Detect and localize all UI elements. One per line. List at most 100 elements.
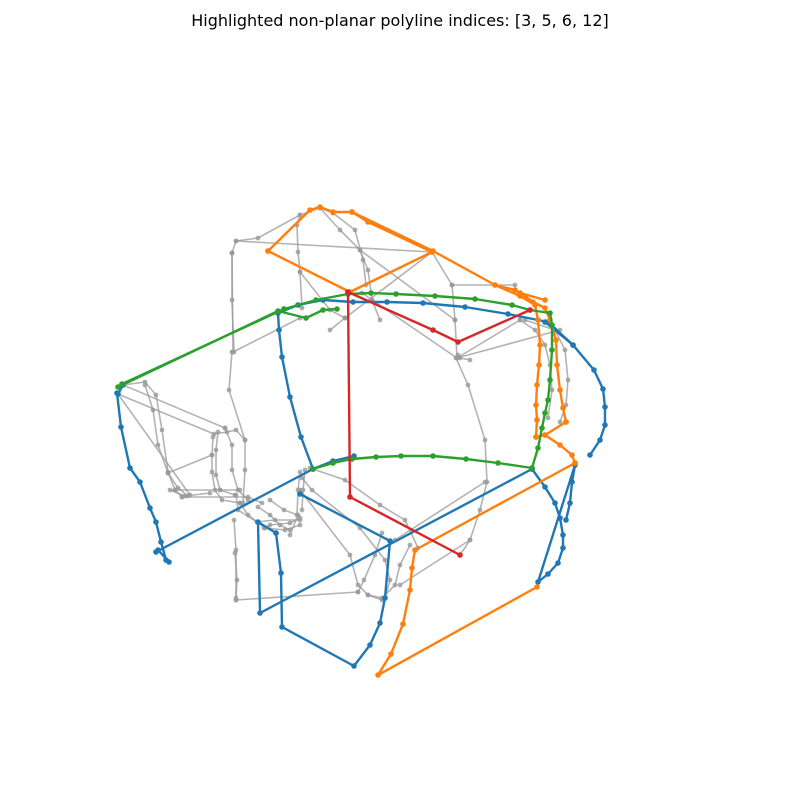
background-polyline-vertex	[342, 315, 348, 321]
green-polyline-left-vertex	[334, 306, 340, 312]
background-polyline-vertex	[355, 589, 361, 595]
background-polyline-vertex	[299, 507, 305, 513]
background-polyline-vertex	[234, 577, 240, 583]
red-polyline-vertical-vertex	[345, 289, 351, 295]
background-polyline-vertex	[207, 490, 213, 496]
background-polyline-vertex	[377, 502, 383, 508]
background-polyline-vertex	[219, 497, 225, 503]
background-polyline-line	[231, 252, 301, 353]
background-polyline	[142, 382, 191, 499]
background-polyline-vertex	[309, 487, 315, 493]
green-polyline-lower	[310, 453, 535, 472]
green-polyline-ring-vertex	[281, 306, 287, 312]
blue-polyline-right-vertex	[555, 560, 561, 566]
blue-polyline-foot-vertex	[155, 547, 161, 553]
background-polyline-vertex	[237, 487, 243, 493]
red-polyline-top-vertex	[455, 339, 461, 345]
blue-polyline-right-vertex	[545, 571, 551, 577]
background-polyline-line	[344, 251, 433, 319]
background-polyline-vertex	[477, 507, 483, 513]
blue-polyline-top-vertex	[602, 422, 608, 428]
background-polyline-vertex	[209, 469, 215, 475]
background-polyline-vertex	[267, 512, 273, 518]
background-polyline-vertex	[297, 515, 303, 521]
background-polyline-vertex	[165, 470, 171, 476]
blue-polyline-curve-vertex	[279, 354, 285, 360]
blue-polyline-left	[114, 390, 169, 563]
blue-polyline-left-vertex	[137, 479, 143, 485]
green-polyline-ring-vertex	[368, 290, 374, 296]
red-polyline-vertical-vertex	[457, 552, 463, 558]
background-polyline-vertex	[517, 317, 523, 323]
orange-polyline-top-vertex	[330, 209, 336, 215]
orange-polyline-right-vertex	[554, 362, 560, 368]
green-polyline-ring-vertex	[509, 302, 515, 308]
background-polyline-vertex	[382, 557, 388, 563]
blue-polyline-front-vertex	[279, 624, 285, 630]
background-polyline-vertex	[242, 467, 248, 473]
orange-polyline-inner-vertex	[537, 342, 543, 348]
background-polyline-vertex	[215, 429, 221, 435]
green-polyline-ring-vertex	[545, 397, 551, 403]
background-polyline-vertex	[226, 387, 232, 393]
green-polyline-left2-line	[120, 307, 286, 386]
blue-polyline-right-vertex	[557, 515, 563, 521]
blue-polyline-left-line	[115, 391, 168, 562]
blue-polyline-left-vertex	[127, 465, 133, 471]
background-polyline-line	[228, 351, 246, 504]
orange-polyline-inner-vertex	[533, 402, 539, 408]
background-polyline-vertex	[233, 427, 239, 433]
background-polyline	[229, 250, 303, 355]
background-polyline-vertex	[482, 479, 488, 485]
blue-polyline-base-vertex	[255, 519, 261, 525]
background-polyline-vertex	[159, 427, 165, 433]
orange-polyline-right-vertex	[430, 248, 436, 254]
green-polyline-left	[115, 306, 340, 390]
background-polyline-vertex	[407, 542, 413, 548]
orange-polyline-front-vertex	[400, 621, 406, 627]
background-polyline-vertex	[467, 537, 473, 543]
background-polyline-vertex	[245, 494, 251, 500]
blue-polyline-top-vertex	[600, 386, 606, 392]
background-polyline-vertex	[217, 487, 223, 493]
background-polyline-vertex	[545, 415, 551, 421]
blue-polyline-top-line	[276, 298, 607, 457]
blue-polyline-top-vertex	[420, 300, 426, 306]
orange-polyline-front-vertex	[534, 584, 540, 590]
orange-polyline-front-vertex	[388, 651, 394, 657]
background-polyline	[222, 425, 251, 503]
orange-polyline-right-vertex	[553, 337, 559, 343]
blue-polyline-foot-vertex	[166, 559, 172, 565]
blue-polyline-curve-line	[276, 311, 356, 471]
background-polyline-vertex	[213, 447, 219, 453]
background-polyline-vertex	[245, 512, 251, 518]
orange-polyline-front-vertex	[407, 587, 413, 593]
background-polyline-vertex	[210, 434, 216, 440]
blue-polyline-top-vertex	[591, 367, 597, 373]
blue-polyline-front-vertex	[278, 570, 284, 576]
blue-polyline-top-vertex	[602, 404, 608, 410]
blue-polyline-right-vertex	[542, 484, 548, 490]
background-polyline-line	[394, 481, 486, 541]
green-polyline-ring-vertex	[313, 297, 319, 303]
background-polyline	[232, 550, 240, 601]
background-polyline-vertex	[187, 492, 193, 498]
red-polyline-top-line	[346, 290, 532, 344]
blue-polyline-front-vertex	[351, 663, 357, 669]
green-polyline-ring-vertex	[539, 425, 545, 431]
blue-polyline-left-vertex	[153, 519, 159, 525]
orange-polyline-front-vertex	[375, 672, 381, 678]
blue-polyline-front	[273, 491, 393, 669]
orange-polyline-front-vertex	[572, 460, 578, 466]
background-polyline	[120, 382, 228, 431]
background-polyline-vertex	[222, 425, 228, 431]
blue-polyline-front-vertex	[367, 642, 373, 648]
blue-polyline-right	[529, 462, 578, 585]
background-polyline-line	[167, 454, 213, 474]
background-polyline-vertex	[482, 437, 488, 443]
orange-polyline-inner-line	[493, 283, 542, 439]
wireframe-figure	[114, 204, 608, 678]
green-polyline-lower-vertex	[495, 460, 501, 466]
blue-polyline-front-vertex	[297, 491, 303, 497]
background-polyline-line	[359, 249, 456, 321]
